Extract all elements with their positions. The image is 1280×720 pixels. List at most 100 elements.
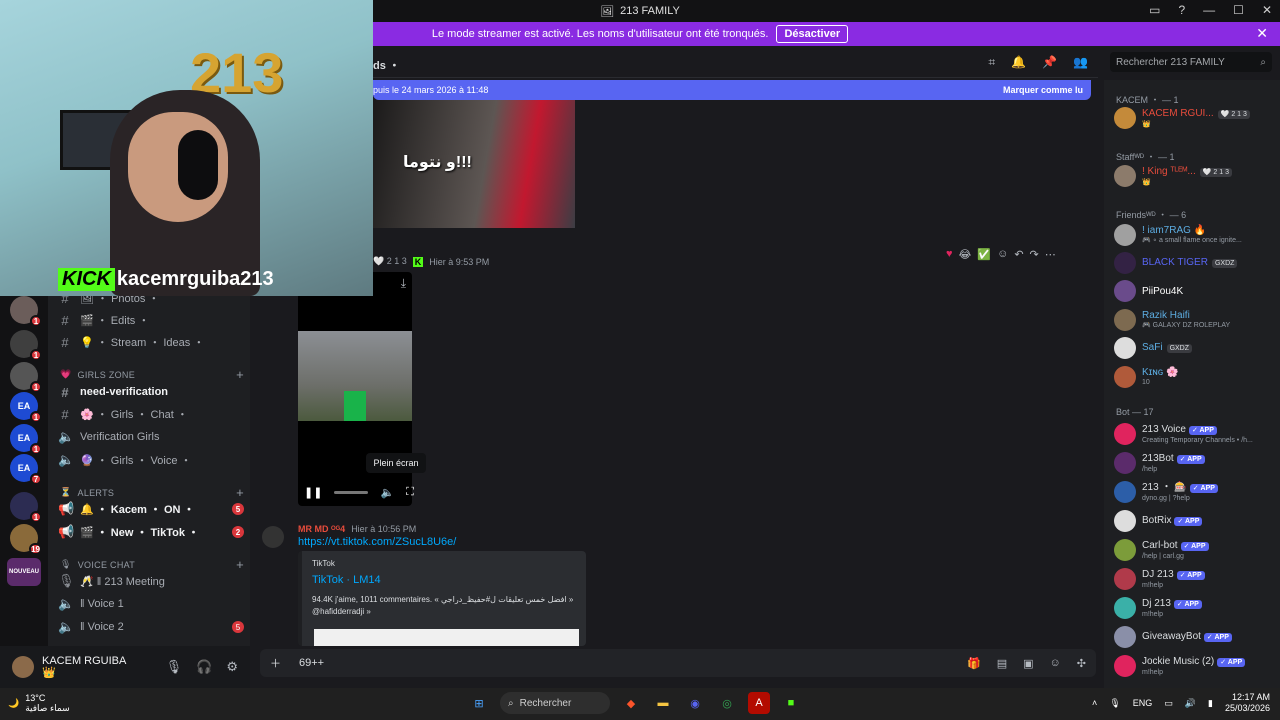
- channel-item[interactable]: # 💡 ・ Stream ・ Ideas ・: [58, 332, 244, 352]
- server-icon[interactable]: EA 7: [10, 454, 42, 485]
- apps-icon[interactable]: ✣: [1077, 657, 1086, 670]
- member-item[interactable]: Jockie Music (2) ✓ APP m!help: [1114, 654, 1274, 678]
- member-item[interactable]: 213Bot ✓ APP/help: [1114, 451, 1274, 475]
- author-name[interactable]: MR MD ᴼᴳ4: [298, 524, 345, 534]
- channel-item[interactable]: 📢 🔔 ・ Kacem ・ ON ・ 5: [58, 499, 244, 519]
- member-item[interactable]: Kɪɴɢ 🌸 10: [1114, 365, 1274, 389]
- server-icon[interactable]: 19: [10, 524, 42, 555]
- server-icon[interactable]: NOUVEAU: [7, 558, 41, 586]
- channel-item[interactable]: # need-verification: [58, 382, 244, 402]
- more-icon[interactable]: ⋯: [1045, 248, 1056, 261]
- server-icon[interactable]: EA 1: [10, 424, 42, 455]
- sticker-icon[interactable]: ▣: [1023, 657, 1033, 670]
- channel-item[interactable]: # 🌸 ・ Girls ・ Chat ・: [58, 404, 244, 424]
- add-reaction-icon[interactable]: ☺: [997, 248, 1008, 260]
- member-item[interactable]: GiveawayBot ✓ APP: [1114, 625, 1274, 649]
- gift-icon[interactable]: 🎁: [967, 657, 981, 670]
- close-button[interactable]: ✕: [1262, 3, 1272, 17]
- embed-title[interactable]: TikTok · LM14: [312, 574, 576, 586]
- chrome-icon[interactable]: ◎: [716, 692, 738, 714]
- chevron-up-icon[interactable]: ˄: [1092, 698, 1097, 708]
- member-item[interactable]: Dj 213 ✓ APP m!help: [1114, 596, 1274, 620]
- kick-app-icon[interactable]: ■: [780, 692, 802, 714]
- download-icon[interactable]: ⤓: [401, 276, 406, 291]
- channel-item[interactable]: 📢 🎬 ・ New ・ TikTok ・ 2: [58, 522, 244, 542]
- network-icon[interactable]: ▭: [1164, 698, 1173, 709]
- member-item[interactable]: ! King ᵀᴸᴱᴹ... 🤍 2 1 3 👑: [1114, 164, 1274, 188]
- avatar[interactable]: [12, 656, 34, 678]
- heart-reaction-icon[interactable]: ♥: [946, 248, 953, 260]
- member-item[interactable]: PiiPou4K: [1114, 279, 1274, 303]
- laugh-reaction-icon[interactable]: 😂: [959, 248, 972, 261]
- server-icon[interactable]: 1: [10, 330, 42, 361]
- forward-icon[interactable]: ↷: [1030, 248, 1039, 261]
- member-item[interactable]: Carl-bot ✓ APP/help | carl.gg: [1114, 538, 1274, 562]
- discord-icon[interactable]: ◉: [684, 692, 706, 714]
- pin-icon[interactable]: 📌: [1042, 55, 1057, 70]
- member-item[interactable]: ! iam7RAG 🔥 🎮 ∘ a small flame once ignite…: [1114, 223, 1274, 247]
- message-composer[interactable]: ＋ 69++ 🎁 ▤ ▣ ☺ ✣: [260, 649, 1096, 677]
- avatar[interactable]: [262, 526, 284, 548]
- emoji-icon[interactable]: ☺: [1050, 657, 1061, 670]
- disable-streamer-button[interactable]: Désactiver: [776, 25, 849, 43]
- microphone-icon[interactable]: 🎙: [1109, 698, 1120, 709]
- member-item[interactable]: BLACK TIGER GXDZ: [1114, 251, 1274, 275]
- help-icon[interactable]: ?: [1178, 3, 1185, 17]
- category-header[interactable]: 🎙 VOICE CHAT +: [60, 557, 244, 572]
- server-icon[interactable]: 1: [10, 492, 42, 523]
- inbox-icon[interactable]: ▭: [1149, 3, 1160, 17]
- folder-icon[interactable]: ▬: [652, 692, 674, 714]
- minimize-button[interactable]: —: [1203, 3, 1215, 17]
- volume-icon[interactable]: 🔊: [1185, 698, 1196, 709]
- language-indicator[interactable]: ENG: [1133, 698, 1153, 708]
- channel-item[interactable]: 🔈 ‖ Voice 1: [58, 594, 244, 614]
- microphone-icon[interactable]: 🎙: [166, 659, 183, 675]
- acrobat-icon[interactable]: A: [748, 692, 770, 714]
- taskbar-search[interactable]: ⌕ Rechercher: [500, 692, 610, 714]
- server-icon[interactable]: 1: [10, 296, 42, 327]
- gear-icon[interactable]: ⚙: [226, 659, 238, 675]
- member-item[interactable]: Razik Haifi 🎮 GALAXY DZ ROLEPLAY: [1114, 308, 1274, 332]
- reply-icon[interactable]: ↶: [1014, 248, 1023, 261]
- add-channel-icon[interactable]: +: [236, 557, 244, 572]
- gif-icon[interactable]: ▤: [997, 657, 1007, 670]
- composer-text[interactable]: 69++: [299, 657, 324, 669]
- brave-icon[interactable]: ◆: [620, 692, 642, 714]
- member-item[interactable]: DJ 213 ✓ APP m!help: [1114, 567, 1274, 591]
- threads-icon[interactable]: ⌗: [988, 55, 995, 70]
- category-header[interactable]: 💗 GIRLS ZONE +: [60, 367, 244, 382]
- fullscreen-icon[interactable]: ⛶: [406, 486, 414, 499]
- member-item[interactable]: BotRix ✓ APP: [1114, 509, 1274, 533]
- channel-item[interactable]: 🔈 ‖ Voice 2 5: [58, 617, 244, 637]
- member-item[interactable]: 213 ・ 🎰 ✓ APP dyno.gg | ?help: [1114, 480, 1274, 504]
- mark-read-button[interactable]: Marquer comme lu: [1003, 85, 1083, 95]
- pause-icon[interactable]: ❚❚: [304, 486, 322, 499]
- battery-icon[interactable]: ▮: [1208, 698, 1213, 709]
- channel-item[interactable]: 🔈 🔮 ・ Girls ・ Voice ・: [58, 450, 244, 470]
- headphones-icon[interactable]: 🎧: [196, 659, 212, 675]
- members-icon[interactable]: 👥: [1073, 55, 1088, 70]
- channel-item[interactable]: 🔈 Verification Girls: [58, 427, 244, 447]
- channel-item[interactable]: 🎙 🥂 ‖ 213 Meeting: [58, 571, 244, 591]
- search-input[interactable]: Rechercher 213 FAMILY ⌕: [1110, 52, 1272, 72]
- check-reaction-icon[interactable]: ✅: [977, 248, 991, 261]
- add-channel-icon[interactable]: +: [236, 367, 244, 382]
- clock[interactable]: 12:17 AM 25/03/2026: [1225, 692, 1270, 714]
- member-item[interactable]: KACEM RGUI... 🤍 2 1 3 👑: [1114, 106, 1274, 130]
- volume-slider[interactable]: [334, 491, 369, 494]
- weather-widget[interactable]: 🌙 13°C سماء صافية: [8, 693, 70, 713]
- category-header[interactable]: ⏳ ALERTS +: [60, 485, 244, 500]
- member-item[interactable]: SaFi GXDZ: [1114, 336, 1274, 360]
- member-item[interactable]: 213 Voice ✓ APP Creating Temporary Channel…: [1114, 422, 1274, 446]
- add-attachment-icon[interactable]: ＋: [270, 655, 281, 671]
- embed-image[interactable]: [314, 629, 579, 646]
- close-icon[interactable]: ✕: [1256, 25, 1268, 42]
- volume-icon[interactable]: 🔈: [380, 486, 394, 499]
- channel-item[interactable]: # 🎬 ・ Edits ・: [58, 310, 244, 330]
- new-messages-bar[interactable]: puis le 24 mars 2026 à 11:48 Marquer com…: [373, 80, 1091, 100]
- bell-icon[interactable]: 🔔: [1011, 55, 1026, 70]
- start-icon[interactable]: ⊞: [468, 692, 490, 714]
- video-thumbnail[interactable]: و نتوما!!!: [373, 100, 575, 228]
- server-icon[interactable]: 1: [10, 362, 42, 393]
- add-channel-icon[interactable]: +: [236, 485, 244, 500]
